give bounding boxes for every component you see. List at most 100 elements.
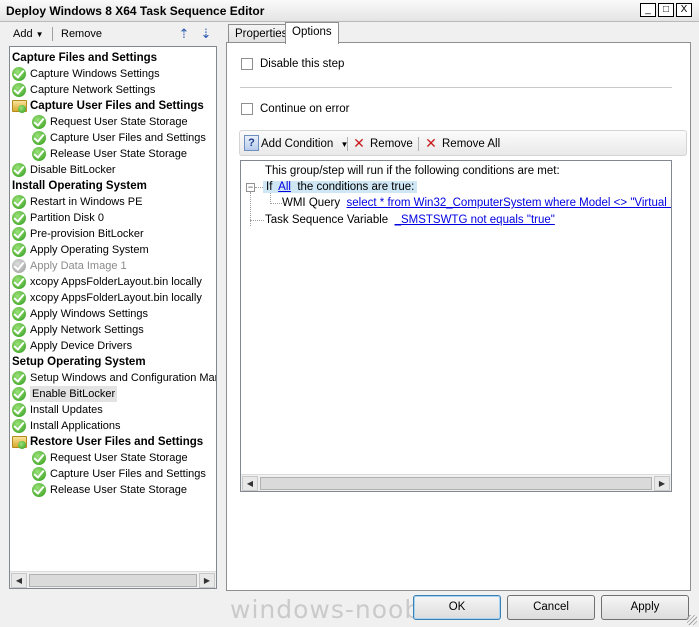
- add-button[interactable]: Add ▼: [8, 25, 49, 43]
- tree-item-label: Release User State Storage: [50, 148, 187, 160]
- green-check-icon: [32, 131, 46, 145]
- green-check-icon: [12, 227, 26, 241]
- minimize-button-2[interactable]: _: [640, 3, 656, 17]
- tsv-value-link[interactable]: _SMSTSWTG not equals "true": [395, 214, 555, 226]
- green-check-icon: [12, 275, 26, 289]
- tab-options[interactable]: Options: [285, 22, 339, 44]
- conditions-tree[interactable]: This group/step will run if the followin…: [240, 160, 672, 492]
- tree-item-label: Setup Windows and Configuration Manager: [30, 372, 216, 384]
- tree-item[interactable]: Release User State Storage: [10, 482, 216, 498]
- group-folder-icon: [12, 436, 27, 449]
- green-check-icon: [12, 291, 26, 305]
- group-folder-icon: [12, 100, 27, 113]
- green-check-icon: [12, 339, 26, 353]
- tree-item-label: Apply Windows Settings: [30, 308, 148, 320]
- wmi-query-link[interactable]: select * from Win32_ComputerSystem where…: [347, 197, 671, 209]
- tree-item-label: Setup Operating System: [12, 356, 146, 368]
- help-icon: ?: [244, 135, 259, 151]
- tree-item[interactable]: Setup Operating System: [10, 354, 216, 370]
- if-prefix: If: [266, 181, 273, 193]
- ok-button[interactable]: OK: [413, 595, 501, 620]
- remove-all-button[interactable]: Remove All: [442, 135, 500, 153]
- tree-item[interactable]: Apply Network Settings: [10, 322, 216, 338]
- tsv-label: Task Sequence Variable: [265, 214, 389, 226]
- green-check-icon: [32, 451, 46, 465]
- maximize-button[interactable]: □: [658, 3, 674, 17]
- tree-item[interactable]: Capture Windows Settings: [10, 66, 216, 82]
- tree-item[interactable]: Apply Device Drivers: [10, 338, 216, 354]
- if-operator-link[interactable]: All: [278, 181, 291, 193]
- tree-item[interactable]: Capture User Files and Settings: [10, 98, 216, 114]
- scroll-right-icon[interactable]: ▶: [654, 476, 670, 491]
- tree-item[interactable]: Setup Windows and Configuration Manager: [10, 370, 216, 386]
- tree-item[interactable]: Pre-provision BitLocker: [10, 226, 216, 242]
- green-check-icon: [32, 115, 46, 129]
- toolbar-divider: [347, 137, 348, 151]
- tree-item[interactable]: Capture Files and Settings: [10, 50, 216, 66]
- green-check-icon: [12, 403, 26, 417]
- resize-grip-icon[interactable]: [687, 615, 697, 625]
- tree-item-label: Restart in Windows PE: [30, 196, 143, 208]
- tree-item[interactable]: Install Operating System: [10, 178, 216, 194]
- tree-item[interactable]: Apply Operating System: [10, 242, 216, 258]
- tree-item[interactable]: Install Updates: [10, 402, 216, 418]
- tree-item[interactable]: Capture User Files and Settings: [10, 466, 216, 482]
- tree-horizontal-scrollbar[interactable]: ◀ ▶: [10, 571, 216, 588]
- scroll-right-icon[interactable]: ▶: [199, 573, 215, 588]
- tree-item-label: Capture Files and Settings: [12, 52, 158, 64]
- green-check-icon: [12, 419, 26, 433]
- tree-item-label: Partition Disk 0: [30, 212, 104, 224]
- continue-on-error-label: Continue on error: [260, 103, 350, 115]
- remove-button[interactable]: Remove: [56, 25, 107, 43]
- tree-item[interactable]: Partition Disk 0: [10, 210, 216, 226]
- green-check-icon: [12, 195, 26, 209]
- divider: [240, 87, 672, 88]
- tree-item[interactable]: Install Applications: [10, 418, 216, 434]
- tree-item-label: xcopy AppsFolderLayout.bin locally: [30, 276, 202, 288]
- tree-item[interactable]: Restore User Files and Settings: [10, 434, 216, 450]
- tree-item-label: Capture Windows Settings: [30, 68, 160, 80]
- collapse-icon[interactable]: −: [246, 183, 255, 192]
- close-button[interactable]: X: [676, 3, 692, 17]
- tree-item-label: Apply Operating System: [30, 244, 149, 256]
- tree-items: Capture Files and Settings Capture Window…: [10, 50, 216, 570]
- conditions-horizontal-scrollbar[interactable]: ◀ ▶: [241, 474, 671, 491]
- remove-icon: ✕: [353, 135, 365, 151]
- continue-on-error-checkbox[interactable]: [241, 103, 253, 115]
- remove-condition-button[interactable]: Remove: [370, 135, 413, 153]
- move-down-icon[interactable]: ⇣: [198, 26, 214, 42]
- tree-item[interactable]: Capture User Files and Settings: [10, 130, 216, 146]
- tree-item-label: Apply Device Drivers: [30, 340, 133, 352]
- task-sequence-tree[interactable]: Capture Files and Settings Capture Window…: [9, 46, 217, 589]
- chevron-down-icon: ▼: [35, 30, 44, 39]
- cancel-button[interactable]: Cancel: [507, 595, 595, 620]
- green-check-icon: [12, 211, 26, 225]
- disable-step-checkbox[interactable]: [241, 58, 253, 70]
- tree-connector: [270, 203, 282, 204]
- tree-item[interactable]: Release User State Storage: [10, 146, 216, 162]
- tree-item[interactable]: Capture Network Settings: [10, 82, 216, 98]
- tree-item[interactable]: xcopy AppsFolderLayout.bin locally: [10, 274, 216, 290]
- tree-item[interactable]: xcopy AppsFolderLayout.bin locally: [10, 290, 216, 306]
- wmi-query-row[interactable]: WMI Query select * from Win32_ComputerSy…: [282, 197, 671, 209]
- tree-item[interactable]: Request User State Storage: [10, 114, 216, 130]
- tree-item[interactable]: Request User State Storage: [10, 450, 216, 466]
- green-check-icon: [32, 467, 46, 481]
- add-button-label: Add: [13, 28, 33, 40]
- apply-button[interactable]: Apply: [601, 595, 689, 620]
- if-condition-row[interactable]: If All the conditions are true:: [263, 181, 418, 193]
- tree-item-label: Capture User Files and Settings: [50, 468, 206, 480]
- tree-item[interactable]: Apply Windows Settings: [10, 306, 216, 322]
- tree-item[interactable]: Enable BitLocker: [10, 386, 216, 402]
- scroll-left-icon[interactable]: ◀: [242, 476, 258, 491]
- move-up-icon[interactable]: ⇡: [176, 26, 192, 42]
- tree-item[interactable]: Apply Data Image 1: [10, 258, 216, 274]
- scroll-left-icon[interactable]: ◀: [11, 573, 27, 588]
- tree-item-label: Release User State Storage: [50, 484, 187, 496]
- scroll-thumb[interactable]: [29, 574, 197, 587]
- scroll-thumb[interactable]: [260, 477, 652, 490]
- task-sequence-variable-row[interactable]: Task Sequence Variable _SMSTSWTG not equ…: [265, 214, 555, 226]
- add-condition-button[interactable]: Add Condition ▼: [261, 135, 348, 153]
- tree-item[interactable]: Disable BitLocker: [10, 162, 216, 178]
- tree-item[interactable]: Restart in Windows PE: [10, 194, 216, 210]
